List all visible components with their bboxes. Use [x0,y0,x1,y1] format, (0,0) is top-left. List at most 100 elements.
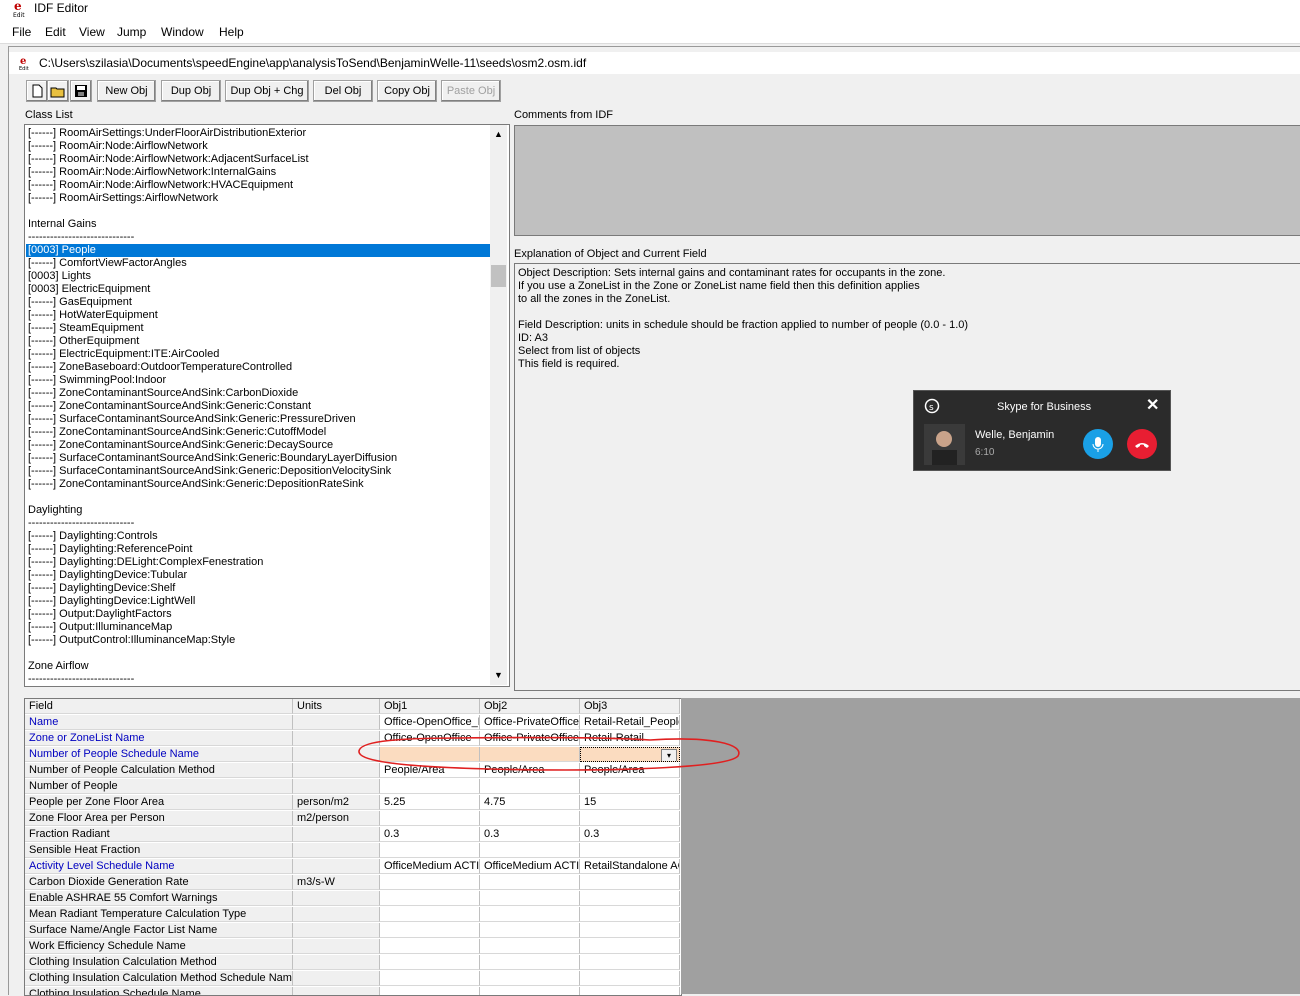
class-list-item[interactable]: [------] OtherEquipment [28,335,139,348]
field-value-obj2[interactable] [480,891,580,906]
field-value-obj3[interactable] [580,955,680,970]
class-list-item[interactable]: [------] SurfaceContaminantSourceAndSink… [28,465,391,478]
class-list-item[interactable]: [------] SurfaceContaminantSourceAndSink… [28,413,356,426]
field-name[interactable]: Clothing Insulation Calculation Method S… [25,971,293,986]
field-value-obj1[interactable]: Office-OpenOffice_People [380,715,480,730]
close-icon[interactable]: ✕ [1146,395,1159,415]
class-list-item[interactable]: [------] DaylightingDevice:Tubular [28,569,187,582]
field-value-obj2[interactable] [480,843,580,858]
class-list-item[interactable]: [------] ZoneContaminantSourceAndSink:Ge… [28,400,311,413]
field-value-obj2[interactable] [480,907,580,922]
menu-view[interactable]: View [79,25,105,39]
field-value-obj2[interactable] [480,955,580,970]
class-list-item[interactable]: [------] ZoneContaminantSourceAndSink:Ca… [28,387,298,400]
field-value-obj2[interactable] [480,971,580,986]
field-value-obj2[interactable] [480,987,580,995]
field-value-obj3[interactable] [580,971,680,986]
field-value-obj3[interactable] [580,939,680,954]
field-name[interactable]: Zone or ZoneList Name [25,731,293,746]
field-value-obj2[interactable]: 0.3 [480,827,580,842]
scroll-up-icon[interactable]: ▲ [494,129,503,139]
class-list-item[interactable]: [------] ZoneBaseboard:OutdoorTemperatur… [28,361,292,374]
class-list-item[interactable]: [------] RoomAirSettings:AirflowNetwork [28,192,218,205]
field-value-obj1[interactable] [380,939,480,954]
field-value-obj3[interactable]: 0.3 [580,827,680,842]
field-name[interactable]: Number of People [25,779,293,794]
class-list[interactable]: [------] RoomAirSettings:UnderFloorAirDi… [24,124,510,687]
class-list-item[interactable]: [------] ZoneContaminantSourceAndSink:Ge… [28,439,333,452]
copy-obj-button[interactable]: Copy Obj [377,80,437,102]
field-name[interactable]: Zone Floor Area per Person [25,811,293,826]
class-list-item[interactable]: [------] ZoneContaminantSourceAndSink:Ge… [28,426,326,439]
class-list-item[interactable]: [------] SurfaceContaminantSourceAndSink… [28,452,397,465]
field-value-obj2[interactable] [480,779,580,794]
class-list-item[interactable]: [------] RoomAir:Node:AirflowNetwork:Int… [28,166,276,179]
field-value-obj1[interactable] [380,811,480,826]
class-list-item[interactable]: [------] GasEquipment [28,296,132,309]
field-value-obj1[interactable] [380,875,480,890]
field-value-obj3[interactable] [580,987,680,995]
class-list-item[interactable]: [------] DaylightingDevice:LightWell [28,595,195,608]
field-value-obj3[interactable] [580,811,680,826]
field-value-obj1[interactable] [380,843,480,858]
field-value-obj2[interactable] [480,875,580,890]
field-value-obj3[interactable] [580,843,680,858]
field-name[interactable]: Carbon Dioxide Generation Rate [25,875,293,890]
hang-up-icon[interactable] [1127,429,1157,459]
scroll-down-icon[interactable]: ▼ [494,670,503,680]
field-value-obj1[interactable]: 0.3 [380,827,480,842]
field-name[interactable]: Fraction Radiant [25,827,293,842]
menu-file[interactable]: File [12,25,31,39]
scrollbar-thumb[interactable] [491,265,506,287]
field-name[interactable]: Enable ASHRAE 55 Comfort Warnings [25,891,293,906]
field-value-obj3[interactable]: 15 [580,795,680,810]
menu-edit[interactable]: Edit [45,25,66,39]
field-value-obj2[interactable] [480,939,580,954]
field-value-obj2[interactable]: 4.75 [480,795,580,810]
field-name[interactable]: Surface Name/Angle Factor List Name [25,923,293,938]
paste-obj-button[interactable]: Paste Obj [441,80,501,102]
field-name[interactable]: People per Zone Floor Area [25,795,293,810]
field-value-obj3[interactable] [580,923,680,938]
field-name[interactable]: Work Efficiency Schedule Name [25,939,293,954]
field-value-obj1[interactable] [380,955,480,970]
field-name[interactable]: Clothing Insulation Calculation Method [25,955,293,970]
class-list-item[interactable]: [------] RoomAir:Node:AirflowNetwork [28,140,208,153]
field-value-obj3[interactable]: Retail-Retail_People [580,715,680,730]
field-value-obj3[interactable] [580,875,680,890]
field-name[interactable]: Number of People Schedule Name [25,747,293,762]
field-value-obj2[interactable] [480,923,580,938]
field-value-obj1[interactable] [380,891,480,906]
save-icon[interactable] [70,80,92,102]
class-list-item[interactable]: [------] ComfortViewFactorAngles [28,257,187,270]
skype-call-popup[interactable]: s Skype for Business ✕ Welle, Benjamin 6… [914,391,1170,470]
field-value-obj3[interactable] [580,891,680,906]
menu-jump[interactable]: Jump [117,25,146,39]
class-list-item[interactable]: [------] ZoneContaminantSourceAndSink:Ge… [28,478,364,491]
class-list-item[interactable]: [------] ElectricEquipment:ITE:AirCooled [28,348,219,361]
field-value-obj1[interactable] [380,987,480,995]
class-list-item[interactable]: [------] RoomAir:Node:AirflowNetwork:HVA… [28,179,293,192]
field-name[interactable]: Clothing Insulation Schedule Name [25,987,293,995]
field-name[interactable]: Name [25,715,293,730]
class-list-item[interactable]: [------] Output:DaylightFactors [28,608,172,621]
field-value-obj3[interactable] [580,779,680,794]
field-value-obj3[interactable] [580,907,680,922]
microphone-icon[interactable] [1083,429,1113,459]
class-list-item[interactable]: [------] RoomAirSettings:UnderFloorAirDi… [28,127,306,140]
class-list-item[interactable]: [------] Output:IlluminanceMap [28,621,172,634]
field-value-obj2[interactable]: OfficeMedium ACTIVITY_SCH [480,859,580,874]
class-list-scrollbar[interactable]: ▲ ▼ [490,125,507,685]
field-name[interactable]: Sensible Heat Fraction [25,843,293,858]
class-list-item[interactable]: [------] HotWaterEquipment [28,309,158,322]
del-obj-button[interactable]: Del Obj [313,80,373,102]
comments-box[interactable] [514,125,1300,236]
new-obj-button[interactable]: New Obj [97,80,156,102]
field-name[interactable]: Number of People Calculation Method [25,763,293,778]
field-value-obj1[interactable] [380,971,480,986]
class-list-item[interactable]: [------] OutputControl:IlluminanceMap:St… [28,634,235,647]
class-list-item[interactable]: [------] Daylighting:DELight:ComplexFene… [28,556,263,569]
class-list-item[interactable]: [0003] ElectricEquipment [28,283,150,296]
class-list-item[interactable]: [0003] People [26,244,492,257]
field-value-obj1[interactable] [380,907,480,922]
